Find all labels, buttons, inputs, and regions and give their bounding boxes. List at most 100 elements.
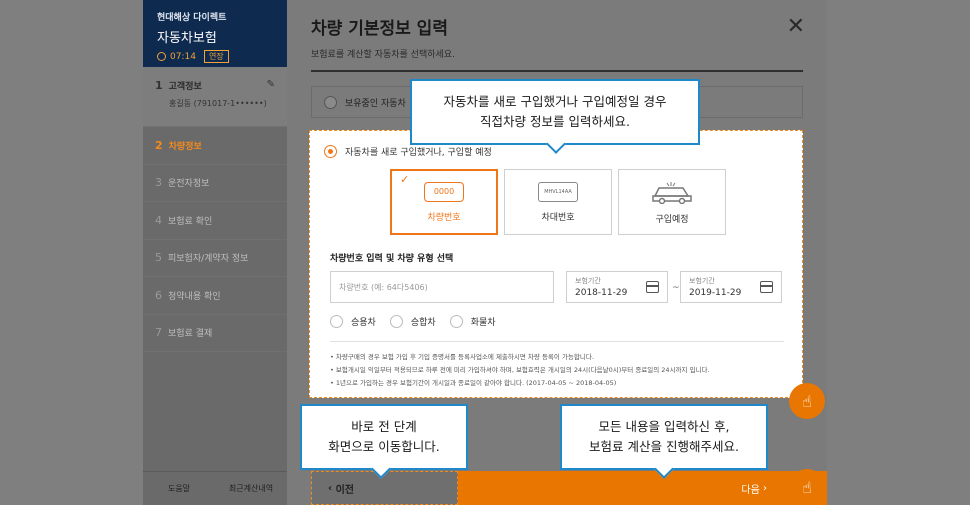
new-vehicle-panel: 자동차를 새로 구입했거나, 구입할 예정 ✓ 0000 차량번호 MHVL14… <box>309 130 803 398</box>
note-item: • 보험개시일 익일부터 적용되므로 하루 전에 미리 가입하셔야 하며, 보험… <box>330 366 710 374</box>
tooltip-line: 화면으로 이동합니다. <box>328 439 440 454</box>
prev-button[interactable]: ‹ 이전 <box>311 471 458 505</box>
step-label: 보험료 결제 <box>168 329 213 340</box>
step-number: 7 <box>155 326 162 340</box>
step-insured-info: 5 피보험자/계약자 정보 <box>143 240 287 277</box>
brand-header: 현대해상 다이렉트 자동차보험 07:14 연장 <box>143 0 287 67</box>
step-number: 5 <box>155 251 162 265</box>
tap-hand-icon: ☝ <box>789 469 825 505</box>
end-date-field[interactable]: 보험기간 2019-11-29 <box>680 271 782 303</box>
next-button[interactable]: 다음 › <box>458 471 827 505</box>
step-contract-review: 6 청약내용 확인 <box>143 277 287 315</box>
step-list: 1 고객정보 홍길동 (791017-1••••••) ✎ 2 차량정보 3 운… <box>143 67 287 352</box>
radio-icon[interactable] <box>330 315 343 328</box>
step-payment: 7 보험료 결제 <box>143 315 287 352</box>
step-label: 피보험자/계약자 정보 <box>168 254 249 265</box>
card-label: 차량번호 <box>427 212 461 223</box>
pencil-icon[interactable]: ✎ <box>267 79 275 90</box>
new-vehicle-label: 자동차를 새로 구입했거나, 구입할 예정 <box>345 148 492 158</box>
clock-icon <box>157 52 166 61</box>
card-planned-purchase[interactable]: 구입예정 <box>618 169 726 235</box>
new-vehicle-option[interactable]: 자동차를 새로 구입했거나, 구입할 예정 <box>324 145 492 158</box>
tooltip-line: 직접차량 정보를 입력하세요. <box>480 114 630 129</box>
type-passenger[interactable]: 승용차 <box>330 315 376 328</box>
radio-icon[interactable] <box>389 315 403 328</box>
start-date-field[interactable]: 보험기간 2018-11-29 <box>566 271 668 303</box>
customer-detail: 홍길동 (791017-1••••••) <box>169 99 267 108</box>
chevron-right-icon: › <box>759 482 767 494</box>
page-title: 차량 기본정보 입력 <box>311 19 448 39</box>
tooltip-next: 모든 내용을 입력하신 후, 보험료 계산을 진행해주세요. <box>560 404 768 470</box>
session-timer: 07:14 연장 <box>157 50 273 63</box>
sidebar: 현대해상 다이렉트 자동차보험 07:14 연장 1 고객정보 홍길동 (791… <box>143 0 287 505</box>
note-item: • 1년으로 가입하는 경우 보험기간이 개시일과 종료일이 같아야 합니다. … <box>330 379 617 387</box>
card-label: 차대번호 <box>541 212 575 223</box>
step-label: 차량정보 <box>168 141 202 152</box>
step-label: 고객정보 <box>168 82 202 92</box>
step-vehicle-info[interactable]: 2 차량정보 <box>143 127 287 165</box>
vin-icon: MHVL14AA <box>538 181 578 202</box>
plate-icon-text: 0000 <box>433 187 455 196</box>
car-icon <box>652 181 692 204</box>
chevron-left-icon: ‹ <box>328 482 336 494</box>
bottom-nav: ‹ 이전 다음 › <box>311 471 827 505</box>
step-number: 6 <box>155 288 162 302</box>
tooltip-line: 모든 내용을 입력하신 후, <box>598 419 730 434</box>
tooltip-new-vehicle: 자동차를 새로 구입했거나 구입예정일 경우 직접차량 정보를 입력하세요. <box>410 79 700 145</box>
step-number: 1 <box>155 79 163 92</box>
step-premium-check: 4 보험료 확인 <box>143 202 287 240</box>
step-driver-info: 3 운전자정보 <box>143 165 287 202</box>
tooltip-line: 자동차를 새로 구입했거나 구입예정일 경우 <box>443 94 667 109</box>
card-label: 구입예정 <box>655 214 689 225</box>
extend-button[interactable]: 연장 <box>203 50 229 63</box>
page-subtitle: 보험료를 계산할 자동차를 선택하세요. <box>311 50 455 60</box>
product-name: 자동차보험 <box>157 31 217 46</box>
plate-placeholder: 차량번호 (예: 64다5406) <box>339 282 428 292</box>
timer-value: 07:14 <box>170 51 196 62</box>
type-label: 승용차 <box>351 318 376 328</box>
step-number: 2 <box>155 138 163 152</box>
radio-selected-icon[interactable] <box>324 145 337 158</box>
recent-calc-button[interactable]: 최근계산내역 <box>215 472 287 505</box>
tap-hand-icon: ☝ <box>789 383 825 419</box>
section-title: 차량번호 입력 및 차량 유형 선택 <box>330 254 454 264</box>
input-method-cards: ✓ 0000 차량번호 MHVL14AA 차대번호 구입예정 <box>390 169 726 235</box>
company-name: 현대해상 다이렉트 <box>157 13 227 23</box>
vehicle-type-group: 승용차 승합차 화물차 <box>330 315 496 328</box>
next-label: 다음 <box>741 484 760 496</box>
type-label: 화물차 <box>470 318 496 328</box>
step-label: 청약내용 확인 <box>168 291 221 302</box>
help-button[interactable]: 도움말 <box>143 472 215 505</box>
tooltip-prev: 바로 전 단계 화면으로 이동합니다. <box>300 404 468 470</box>
date-separator: ~ <box>672 283 680 293</box>
card-plate-number[interactable]: ✓ 0000 차량번호 <box>390 169 498 235</box>
sidebar-footer: 도움말 최근계산내역 <box>143 471 287 505</box>
tooltip-line: 보험료 계산을 진행해주세요. <box>589 439 739 454</box>
calendar-icon[interactable] <box>760 281 773 293</box>
calendar-icon[interactable] <box>646 281 659 293</box>
notes-divider <box>330 341 784 342</box>
page-header: 차량 기본정보 입력 보험료를 계산할 자동차를 선택하세요. <box>287 0 827 60</box>
step-label: 보험료 확인 <box>168 216 213 227</box>
notes-list: • 차량구매의 경우 보험 가입 후 기입 증명서를 등록사업소에 제출하시면 … <box>330 351 710 390</box>
radio-icon[interactable] <box>449 315 463 328</box>
step-customer-info[interactable]: 1 고객정보 홍길동 (791017-1••••••) ✎ <box>143 67 287 127</box>
prev-label: 이전 <box>335 484 355 496</box>
step-number: 3 <box>155 176 162 190</box>
type-van[interactable]: 승합차 <box>389 315 436 328</box>
step-number: 4 <box>155 213 162 227</box>
close-icon[interactable]: ✕ <box>787 14 805 39</box>
plate-icon: 0000 <box>424 181 464 202</box>
type-truck[interactable]: 화물차 <box>449 315 496 328</box>
owned-vehicle-label: 보유중인 자동차 <box>345 98 406 109</box>
note-item: • 차량구매의 경우 보험 가입 후 기입 증명서를 등록사업소에 제출하시면 … <box>330 353 594 361</box>
step-label: 운전자정보 <box>168 179 210 190</box>
radio-icon[interactable] <box>324 95 337 109</box>
type-label: 승합차 <box>410 318 436 328</box>
header-divider <box>311 70 803 72</box>
check-icon: ✓ <box>400 173 410 186</box>
vin-icon-text: MHVL14AA <box>544 188 572 195</box>
card-vin[interactable]: MHVL14AA 차대번호 <box>504 169 612 235</box>
tooltip-line: 바로 전 단계 <box>351 419 417 434</box>
plate-number-input[interactable]: 차량번호 (예: 64다5406) <box>330 271 554 303</box>
